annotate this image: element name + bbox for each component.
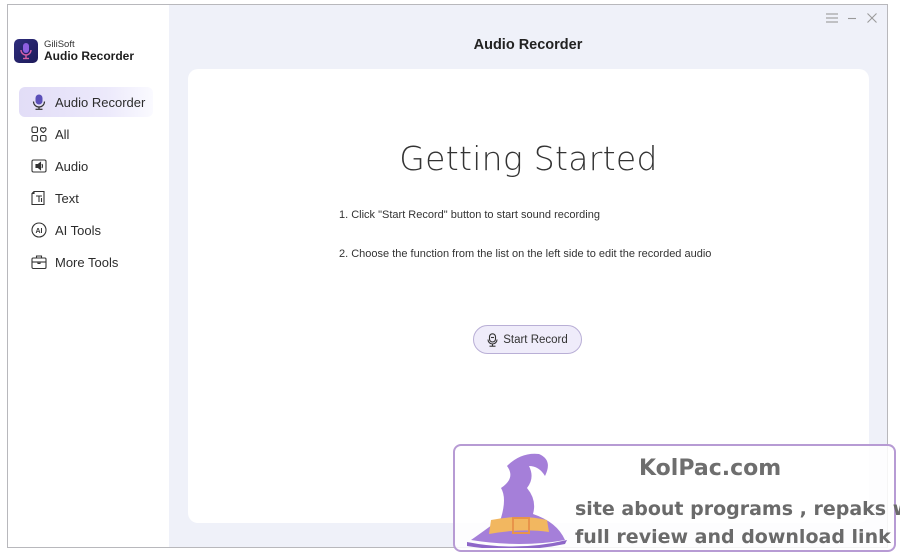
- watermark-site-text: KolPac.com: [639, 456, 782, 481]
- watermark-line: site about programs , repaks with: [575, 498, 900, 520]
- start-record-button[interactable]: Start Record: [473, 325, 582, 354]
- sidebar-item-label: All: [55, 126, 70, 142]
- sidebar: GiliSoft Audio Recorder Audio Recorder A…: [8, 5, 169, 547]
- window-controls: [825, 11, 879, 25]
- instruction-step: 2. Choose the function from the list on …: [339, 248, 712, 260]
- brand: GiliSoft Audio Recorder: [14, 39, 134, 63]
- watermark-line: full review and download link: [575, 526, 891, 548]
- microphone-icon: [487, 332, 498, 347]
- sidebar-nav: Audio Recorder All Audio Text AI AI Tool…: [19, 87, 153, 279]
- minimize-icon[interactable]: [845, 11, 859, 25]
- audio-file-icon: [31, 158, 47, 174]
- brand-company: GiliSoft: [44, 38, 75, 50]
- sidebar-item-text[interactable]: Text: [19, 183, 153, 213]
- sidebar-item-label: More Tools: [55, 254, 119, 270]
- page-title: Getting Started: [399, 139, 658, 178]
- start-record-label: Start Record: [503, 333, 568, 346]
- watermark-banner: KolPac.com site about programs , repaks …: [453, 444, 900, 552]
- window-title: Audio Recorder: [473, 37, 583, 53]
- microphone-logo-icon: [14, 39, 38, 63]
- hamburger-menu-icon[interactable]: [825, 11, 839, 25]
- ai-circle-icon: AI: [31, 222, 47, 238]
- svg-text:AI: AI: [36, 228, 43, 235]
- sidebar-item-label: Text: [55, 190, 79, 206]
- sidebar-item-label: Audio: [55, 158, 89, 174]
- brand-product: Audio Recorder: [44, 49, 135, 64]
- microphone-icon: [31, 94, 47, 110]
- sidebar-item-all[interactable]: All: [19, 119, 153, 149]
- sidebar-item-ai-tools[interactable]: AI AI Tools: [19, 215, 153, 245]
- sidebar-item-label: AI Tools: [55, 222, 102, 238]
- sidebar-item-more-tools[interactable]: More Tools: [19, 247, 153, 277]
- sidebar-item-label: Audio Recorder: [55, 94, 146, 110]
- sidebar-item-audio-recorder[interactable]: Audio Recorder: [19, 87, 153, 117]
- text-file-icon: [31, 190, 47, 206]
- sidebar-item-audio[interactable]: Audio: [19, 151, 153, 181]
- grid-heart-icon: [31, 126, 47, 142]
- close-icon[interactable]: [865, 11, 879, 25]
- watermark-site: KolPac.com: [455, 456, 894, 481]
- instruction-step: 1. Click "Start Record" button to start …: [339, 209, 600, 221]
- toolbox-icon: [31, 254, 47, 270]
